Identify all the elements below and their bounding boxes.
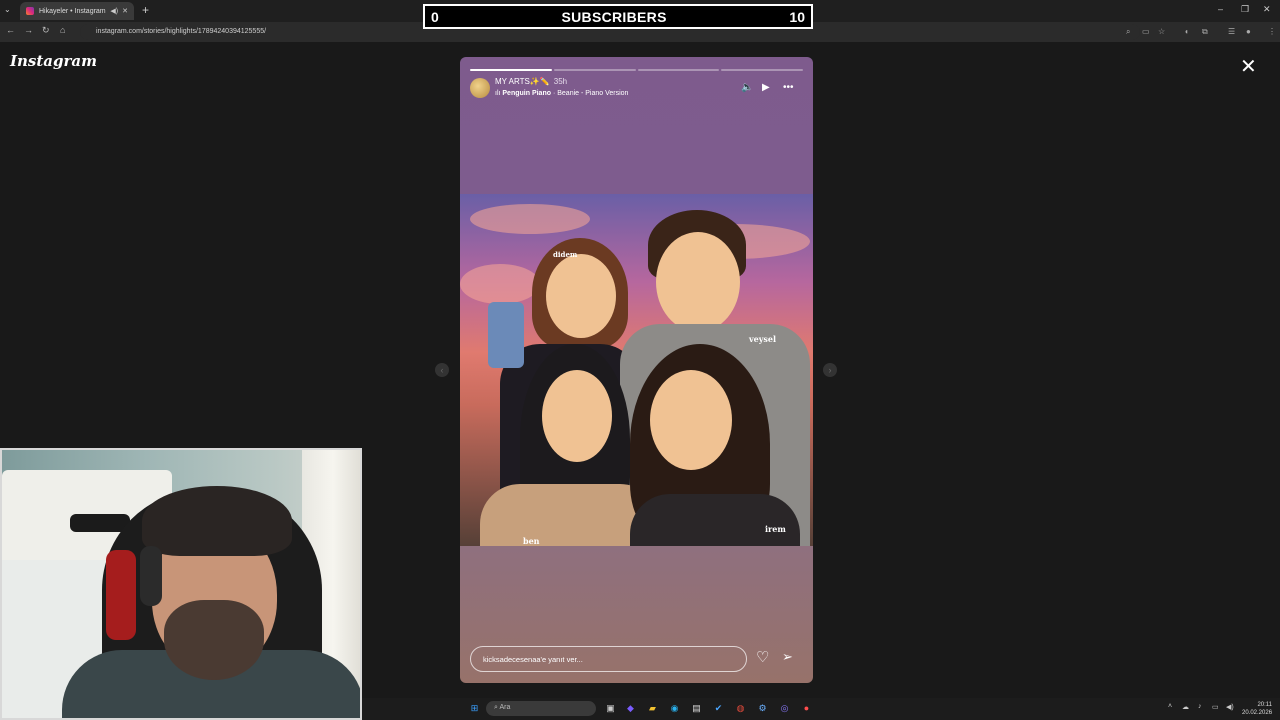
- clock[interactable]: 20:11 20.02.2026: [1242, 701, 1272, 717]
- chrome-icon[interactable]: ◍: [734, 702, 747, 715]
- instagram-favicon-icon: [26, 7, 34, 15]
- webcam-feed: [0, 448, 362, 720]
- audio-icon[interactable]: ◖: [1184, 27, 1189, 36]
- taskbar-search[interactable]: ⌕ Ara: [486, 701, 596, 716]
- steam-icon[interactable]: ⚙: [756, 702, 769, 715]
- more-options-icon[interactable]: •••: [783, 82, 794, 93]
- speaker-icon[interactable]: ◀): [110, 7, 118, 15]
- network-icon[interactable]: ▭: [1212, 703, 1219, 711]
- send-icon[interactable]: ➢: [782, 649, 793, 665]
- file-explorer-icon[interactable]: ▰: [646, 702, 659, 715]
- more-icon[interactable]: ⋮: [1268, 27, 1276, 36]
- instagram-logo[interactable]: Instagram: [10, 52, 97, 70]
- task-view-icon[interactable]: ▣: [604, 702, 617, 715]
- clock-date: 20.02.2026: [1242, 710, 1273, 716]
- cast-icon[interactable]: ▭: [1142, 27, 1150, 36]
- url-text: instagram.com/stories/highlights/1789424…: [96, 28, 267, 35]
- maximize-icon[interactable]: ❐: [1241, 4, 1249, 15]
- like-heart-icon[interactable]: ♡: [756, 648, 769, 666]
- taskbar-search-placeholder: Ara: [499, 704, 511, 711]
- progress-segment: [553, 69, 636, 71]
- story-progress: [470, 69, 803, 71]
- label-irem: irem: [765, 524, 786, 534]
- mic-icon[interactable]: ♪: [1198, 703, 1202, 710]
- story-header: MY ARTS✨✏️ 35h: [495, 77, 567, 86]
- play-icon[interactable]: ▶: [762, 82, 770, 93]
- subscriber-right-count: 10: [789, 8, 805, 25]
- music-info[interactable]: ılı Penguin Piano · Beanie - Piano Versi…: [495, 90, 628, 97]
- music-artist: Penguin Piano: [502, 90, 552, 97]
- windows-start-icon[interactable]: ⊞: [468, 702, 481, 715]
- subscriber-counter: 0 SUBSCRIBERS 10: [423, 4, 813, 29]
- progress-segment: [470, 69, 552, 71]
- home-icon[interactable]: ⌂: [60, 25, 65, 35]
- minimize-icon[interactable]: –: [1218, 4, 1223, 14]
- story-image: didem veysel ben irem: [460, 194, 813, 546]
- subscriber-label: SUBSCRIBERS: [561, 8, 667, 25]
- story-title[interactable]: MY ARTS✨✏️: [495, 77, 550, 86]
- tab-list-icon[interactable]: ⌄: [4, 5, 11, 14]
- close-tab-icon[interactable]: ✕: [122, 7, 128, 15]
- subscriber-left-count: 0: [431, 8, 439, 25]
- story-time: 35h: [553, 77, 568, 86]
- extensions-icon[interactable]: ⧉: [1202, 27, 1208, 37]
- browser-tab[interactable]: Hikayeler • Instagram ◀) ✕: [20, 2, 134, 20]
- progress-segment: [721, 69, 803, 71]
- reply-input[interactable]: kicksadecesenaa'e yanıt ver...: [470, 646, 747, 672]
- zoom-icon[interactable]: ⌕: [1126, 27, 1130, 37]
- music-track: · Beanie - Piano Version: [551, 90, 629, 97]
- app-icon[interactable]: ✔: [712, 702, 725, 715]
- bookmark-star-icon[interactable]: ☆: [1158, 27, 1165, 36]
- story-card[interactable]: MY ARTS✨✏️ 35h ılı Penguin Piano · Beanie…: [460, 57, 813, 683]
- obs-icon[interactable]: ●: [800, 702, 813, 715]
- discord-icon[interactable]: ◎: [778, 702, 791, 715]
- store-icon[interactable]: ▤: [690, 702, 703, 715]
- clock-time: 20:11: [1257, 702, 1273, 708]
- reply-placeholder: kicksadecesenaa'e yanıt ver...: [483, 655, 583, 664]
- avatar[interactable]: [470, 78, 490, 98]
- next-story-icon[interactable]: ›: [823, 363, 837, 377]
- profile-icon[interactable]: ●: [1246, 27, 1251, 36]
- prev-story-icon[interactable]: ‹: [435, 363, 449, 377]
- close-window-icon[interactable]: ✕: [1263, 4, 1271, 15]
- edge-icon[interactable]: ◉: [668, 702, 681, 715]
- new-tab-button[interactable]: +: [142, 3, 149, 17]
- label-veysel: veysel: [749, 334, 777, 344]
- mute-icon[interactable]: 🔈: [741, 82, 753, 93]
- volume-icon[interactable]: ◀): [1226, 703, 1234, 711]
- back-icon[interactable]: ←: [6, 25, 15, 35]
- tab-title: Hikayeler • Instagram: [39, 7, 106, 15]
- taskbar: ⊞ ⌕ Ara ▣ ◆ ▰ ◉ ▤ ✔ ◍ ⚙ ◎ ● ˄ ☁ ♪ ▭ ◀) 2…: [362, 698, 1280, 720]
- label-didem: didem: [553, 250, 578, 259]
- cloud-icon[interactable]: ☁: [1182, 703, 1189, 711]
- phone-icon: [488, 302, 524, 368]
- progress-segment: [637, 69, 720, 71]
- close-icon[interactable]: ✕: [1240, 54, 1257, 79]
- forward-icon[interactable]: →: [24, 25, 33, 35]
- label-ben: ben: [523, 536, 540, 546]
- copilot-icon[interactable]: ◆: [624, 702, 637, 715]
- tray-expand-icon[interactable]: ˄: [1168, 703, 1172, 710]
- menu-icon[interactable]: ☰: [1228, 27, 1235, 36]
- reload-icon[interactable]: ↻: [42, 25, 50, 36]
